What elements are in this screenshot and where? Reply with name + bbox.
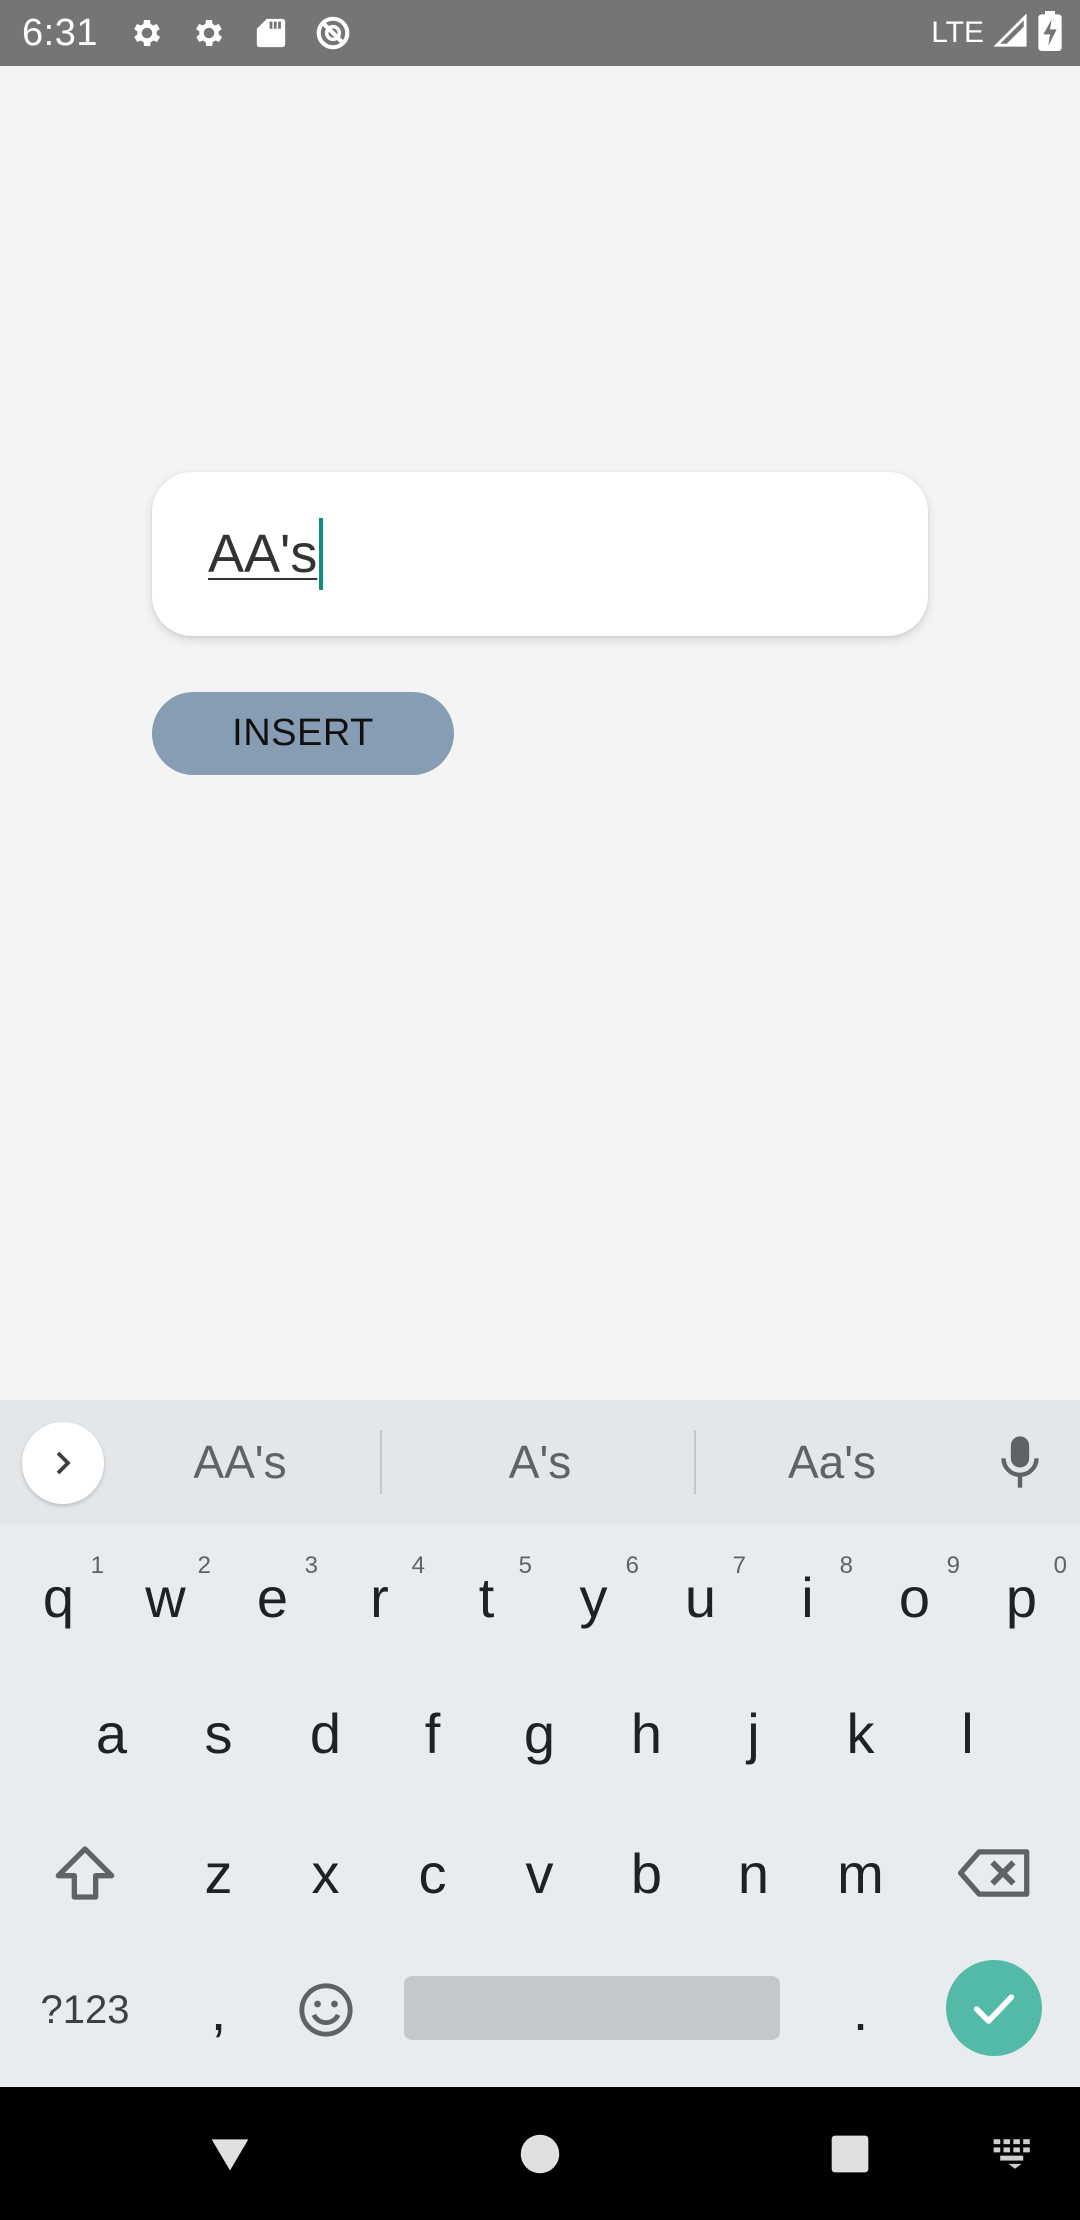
key-label: q xyxy=(42,1565,75,1629)
key-label: e xyxy=(256,1565,289,1629)
enter-button[interactable] xyxy=(946,1960,1042,2056)
key-label: u xyxy=(684,1565,717,1629)
key-t[interactable]: t5 xyxy=(433,1532,540,1662)
settings-icon xyxy=(126,12,168,54)
key-label: t xyxy=(478,1565,495,1629)
key-hint: 3 xyxy=(304,1552,318,1579)
expand-toolbar-button[interactable] xyxy=(22,1422,104,1504)
key-a[interactable]: a xyxy=(58,1668,165,1798)
comma-key[interactable]: , xyxy=(165,1945,272,2075)
key-hint: 2 xyxy=(197,1552,211,1579)
keyboard-switch-icon xyxy=(993,2138,1030,2169)
key-hint: 6 xyxy=(625,1552,639,1579)
suggestion-divider xyxy=(694,1430,696,1494)
key-m[interactable]: m xyxy=(807,1808,914,1938)
suggestion-3[interactable]: Aa's xyxy=(704,1400,960,1524)
key-o[interactable]: o9 xyxy=(861,1532,968,1662)
suggestion-strip: AA's A's Aa's xyxy=(0,1400,1080,1524)
key-q[interactable]: q1 xyxy=(5,1532,112,1662)
soft-keyboard: AA's A's Aa's q1 w2 e3 r4 t5 y6 u7 i8 o9… xyxy=(0,1400,1080,2087)
key-e[interactable]: e3 xyxy=(219,1532,326,1662)
key-p[interactable]: p0 xyxy=(968,1532,1075,1662)
check-icon xyxy=(973,1994,1015,2024)
key-label: o xyxy=(898,1565,931,1629)
back-icon xyxy=(211,2138,249,2170)
key-i[interactable]: i8 xyxy=(754,1532,861,1662)
signal-icon xyxy=(993,12,1028,53)
backspace-key[interactable] xyxy=(930,1808,1060,1938)
microphone-icon xyxy=(1001,1436,1039,1488)
key-w[interactable]: w2 xyxy=(112,1532,219,1662)
key-y[interactable]: y6 xyxy=(540,1532,647,1662)
key-f[interactable]: f xyxy=(379,1668,486,1798)
voice-input-button[interactable] xyxy=(990,1432,1050,1492)
key-label: p xyxy=(1005,1565,1038,1629)
key-label: y xyxy=(579,1565,608,1629)
screen: 6:31 LTE AA's INSERT AA's A's Aa's q 1 w… xyxy=(0,0,1080,2220)
shift-icon xyxy=(55,1846,115,1900)
key-b[interactable]: b xyxy=(593,1808,700,1938)
input-text-value: AA's xyxy=(208,524,318,584)
key-hint: 4 xyxy=(411,1552,425,1579)
network-type: LTE xyxy=(931,16,984,49)
text-cursor xyxy=(319,518,324,590)
data-saver-icon xyxy=(312,12,354,54)
space-bar[interactable] xyxy=(404,1976,780,2040)
key-x[interactable]: x xyxy=(272,1808,379,1938)
key-hint: 9 xyxy=(946,1552,960,1579)
key-hint: 0 xyxy=(1053,1552,1067,1579)
shift-key[interactable] xyxy=(20,1808,150,1938)
period-key[interactable]: . xyxy=(807,1945,914,2075)
key-z[interactable]: z xyxy=(165,1808,272,1938)
settings-icon xyxy=(188,12,230,54)
home-icon xyxy=(520,2134,560,2173)
key-h[interactable]: h xyxy=(593,1668,700,1798)
status-time: 6:31 xyxy=(22,11,98,54)
text-input-field[interactable]: AA's xyxy=(152,472,928,636)
back-button[interactable] xyxy=(180,2087,280,2220)
recents-icon xyxy=(831,2135,869,2172)
emoji-key[interactable] xyxy=(272,1945,379,2075)
suggestion-2[interactable]: A's xyxy=(390,1400,690,1524)
sd-card-icon xyxy=(250,12,292,54)
key-s[interactable]: s xyxy=(165,1668,272,1798)
key-n[interactable]: n xyxy=(700,1808,807,1938)
home-button[interactable] xyxy=(490,2087,590,2220)
key-label: r xyxy=(370,1565,389,1629)
status-bar: 6:31 LTE xyxy=(0,0,1080,66)
recents-button[interactable] xyxy=(800,2087,900,2220)
key-k[interactable]: k xyxy=(807,1668,914,1798)
key-g[interactable]: g xyxy=(486,1668,593,1798)
key-label: i xyxy=(801,1565,814,1629)
battery-charging-icon xyxy=(1038,10,1062,56)
key-label: w xyxy=(145,1565,186,1629)
system-icons: LTE xyxy=(931,0,1062,66)
key-hint: 5 xyxy=(518,1552,532,1579)
key-d[interactable]: d xyxy=(272,1668,379,1798)
key-u[interactable]: u7 xyxy=(647,1532,754,1662)
notification-icons xyxy=(126,12,354,54)
suggestion-1[interactable]: AA's xyxy=(110,1400,370,1524)
suggestion-divider xyxy=(380,1430,382,1494)
key-v[interactable]: v xyxy=(486,1808,593,1938)
key-hint: 1 xyxy=(90,1552,104,1579)
symbols-key[interactable]: ?123 xyxy=(20,1945,150,2075)
backspace-icon xyxy=(958,1849,1030,1897)
key-c[interactable]: c xyxy=(379,1808,486,1938)
insert-button[interactable]: INSERT xyxy=(152,692,454,775)
navigation-bar xyxy=(0,2087,1080,2220)
key-hint: 7 xyxy=(732,1552,746,1579)
keyboard-switch-button[interactable] xyxy=(975,2087,1055,2220)
key-l[interactable]: l xyxy=(914,1668,1021,1798)
key-hint: 8 xyxy=(839,1552,853,1579)
key-j[interactable]: j xyxy=(700,1668,807,1798)
key-r[interactable]: r4 xyxy=(326,1532,433,1662)
emoji-icon xyxy=(298,1983,353,2037)
chevron-right-icon xyxy=(56,1451,71,1475)
